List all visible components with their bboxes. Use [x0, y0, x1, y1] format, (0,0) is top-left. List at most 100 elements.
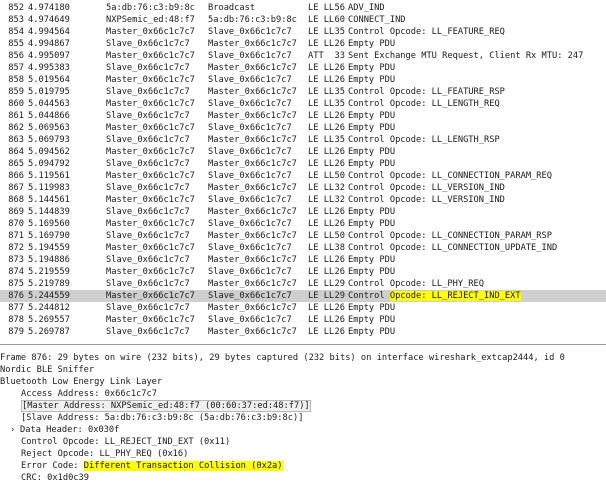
packet-src-cell: Master_0x66c1c7c7: [106, 147, 195, 157]
error-code-value: Different Transaction Collision (0x2a): [83, 461, 283, 471]
packet-row[interactable]: 857 4.995383 Slave_0x66c1c7c7 Master_0x66c1…: [0, 62, 606, 74]
packet-len-cell: 26: [334, 255, 345, 265]
detail-data-header[interactable]: › Data Header: 0x030f: [0, 424, 606, 436]
packet-proto-cell: LE LL: [308, 231, 335, 241]
packet-row[interactable]: 860 5.044563 Master_0x66c1c7c7 Slave_0x66c1…: [0, 98, 606, 110]
packet-row[interactable]: 878 5.269557 Master_0x66c1c7c7 Slave_0x66c1…: [0, 314, 606, 326]
packet-num-cell: 870: [8, 219, 24, 229]
packet-proto-cell: LE LL: [308, 99, 335, 109]
packet-src-cell: Slave_0x66c1c7c7: [106, 327, 190, 337]
packet-proto-cell: LE LL: [308, 39, 335, 49]
packet-proto-cell: LE LL: [308, 3, 335, 13]
packet-len-cell: 35: [334, 27, 345, 37]
packet-src-cell: NXPSemic_ed:48:f7: [106, 15, 195, 25]
packet-dst-cell: Slave_0x66c1c7c7: [208, 51, 292, 61]
packet-num-cell: 875: [8, 279, 24, 289]
packet-row[interactable]: 871 5.169790 Slave_0x66c1c7c7 Master_0x66c1…: [0, 230, 606, 242]
packet-info-cell: Control Opcode: LL_FEATURE_REQ: [348, 27, 505, 37]
detail-error-code[interactable]: Error Code: Different Transaction Collis…: [0, 460, 606, 472]
packet-row[interactable]: 854 4.994564 Master_0x66c1c7c7 Slave_0x66c1…: [0, 26, 606, 38]
detail-slave-address[interactable]: [Slave Address: 5a:db:76:c3:b9:8c (5a:db…: [0, 412, 606, 424]
packet-src-cell: Master_0x66c1c7c7: [106, 123, 195, 133]
detail-frame[interactable]: Frame 876: 29 bytes on wire (232 bits), …: [0, 352, 606, 364]
packet-time-cell: 5.194886: [28, 255, 70, 265]
packet-row[interactable]: 879 5.269787 Slave_0x66c1c7c7 Master_0x66c1…: [0, 326, 606, 338]
packet-dst-cell: Master_0x66c1c7c7: [208, 111, 297, 121]
packet-num-cell: 879: [8, 327, 24, 337]
packet-src-cell: Slave_0x66c1c7c7: [106, 111, 190, 121]
detail-master-address[interactable]: [Master Address: NXPSemic_ed:48:f7 (00:6…: [0, 400, 606, 412]
packet-num-cell: 861: [8, 111, 24, 121]
packet-row[interactable]: 869 5.144839 Slave_0x66c1c7c7 Master_0x66c1…: [0, 206, 606, 218]
packet-row[interactable]: 877 5.244812 Slave_0x66c1c7c7 Master_0x66c1…: [0, 302, 606, 314]
packet-row[interactable]: 872 5.194559 Master_0x66c1c7c7 Slave_0x66c1…: [0, 242, 606, 254]
packet-proto-cell: LE LL: [308, 171, 335, 181]
expand-arrow-icon[interactable]: ›: [10, 424, 20, 436]
packet-info-cell: CONNECT_IND: [348, 15, 406, 25]
packet-src-cell: Slave_0x66c1c7c7: [106, 39, 190, 49]
packet-src-cell: Slave_0x66c1c7c7: [106, 159, 190, 169]
packet-row[interactable]: 859 5.019795 Slave_0x66c1c7c7 Master_0x66c1…: [0, 86, 606, 98]
packet-info-prefix: Control: [348, 291, 390, 301]
packet-time-cell: 4.974180: [28, 3, 70, 13]
packet-row[interactable]: 867 5.119983 Slave_0x66c1c7c7 Master_0x66c1…: [0, 182, 606, 194]
packet-dst-cell: Slave_0x66c1c7c7: [208, 219, 292, 229]
packet-row[interactable]: 870 5.169560 Master_0x66c1c7c7 Slave_0x66c1…: [0, 218, 606, 230]
packet-info-cell: Empty PDU: [348, 267, 396, 277]
packet-proto-cell: ATT: [308, 51, 324, 61]
pane-divider[interactable]: [0, 344, 606, 345]
packet-row[interactable]: 865 5.094792 Slave_0x66c1c7c7 Master_0x66c1…: [0, 158, 606, 170]
packet-row[interactable]: 876 5.244559 Master_0x66c1c7c7 Slave_0x66c1…: [0, 290, 606, 302]
packet-time-cell: 5.169790: [28, 231, 70, 241]
packet-dst-cell: Master_0x66c1c7c7: [208, 183, 297, 193]
packet-row[interactable]: 852 4.974180 5a:db:76:c3:b9:8c Broadcast LE …: [0, 2, 606, 14]
detail-reject-opcode[interactable]: Reject Opcode: LL_PHY_REQ (0x16): [0, 448, 606, 460]
packet-row[interactable]: 856 4.995097 Master_0x66c1c7c7 Slave_0x66c1…: [0, 50, 606, 62]
packet-info-cell: Control Opcode: LL_PHY_REQ: [348, 279, 484, 289]
packet-dst-cell: Master_0x66c1c7c7: [208, 327, 297, 337]
packet-row[interactable]: 874 5.219559 Master_0x66c1c7c7 Slave_0x66c1…: [0, 266, 606, 278]
packet-src-cell: Master_0x66c1c7c7: [106, 171, 195, 181]
packet-row[interactable]: 873 5.194886 Slave_0x66c1c7c7 Master_0x66c1…: [0, 254, 606, 266]
packet-dst-cell: Master_0x66c1c7c7: [208, 303, 297, 313]
packet-time-cell: 5.119983: [28, 183, 70, 193]
packet-num-cell: 853: [8, 15, 24, 25]
packet-time-cell: 4.994867: [28, 39, 70, 49]
packet-dst-cell: Master_0x66c1c7c7: [208, 159, 297, 169]
packet-time-cell: 5.269557: [28, 315, 70, 325]
detail-sniffer[interactable]: Nordic BLE Sniffer: [0, 364, 606, 376]
packet-proto-cell: LE LL: [308, 111, 335, 121]
packet-len-cell: 26: [334, 147, 345, 157]
detail-link-layer[interactable]: Bluetooth Low Energy Link Layer: [0, 376, 606, 388]
packet-row[interactable]: 864 5.094562 Master_0x66c1c7c7 Slave_0x66c1…: [0, 146, 606, 158]
packet-num-cell: 871: [8, 231, 24, 241]
packet-dst-cell: Slave_0x66c1c7c7: [208, 75, 292, 85]
packet-info-cell: Control Opcode: LL_CONNECTION_PARAM_REQ: [348, 171, 552, 181]
packet-src-cell: Slave_0x66c1c7c7: [106, 87, 190, 97]
detail-control-opcode[interactable]: Control Opcode: LL_REJECT_IND_EXT (0x11): [0, 436, 606, 448]
packet-row[interactable]: 855 4.994867 Slave_0x66c1c7c7 Master_0x66c1…: [0, 38, 606, 50]
detail-crc[interactable]: CRC: 0x1d0c39: [0, 472, 606, 484]
packet-len-cell: 26: [334, 111, 345, 121]
packet-len-cell: 50: [334, 171, 345, 181]
packet-row[interactable]: 862 5.069563 Master_0x66c1c7c7 Slave_0x66c1…: [0, 122, 606, 134]
packet-src-cell: Master_0x66c1c7c7: [106, 51, 195, 61]
packet-row[interactable]: 868 5.144561 Master_0x66c1c7c7 Slave_0x66c1…: [0, 194, 606, 206]
packet-row[interactable]: 853 4.974649 NXPSemic_ed:48:f7 5a:db:76:c3:…: [0, 14, 606, 26]
packet-list[interactable]: 852 4.974180 5a:db:76:c3:b9:8c Broadcast LE …: [0, 0, 606, 340]
packet-proto-cell: LE LL: [308, 147, 335, 157]
packet-time-cell: 5.019564: [28, 75, 70, 85]
packet-dst-cell: Slave_0x66c1c7c7: [208, 267, 292, 277]
packet-row[interactable]: 861 5.044866 Slave_0x66c1c7c7 Master_0x66c1…: [0, 110, 606, 122]
packet-info-cell: Control Opcode: LL_VERSION_IND: [348, 195, 505, 205]
packet-details-pane[interactable]: Frame 876: 29 bytes on wire (232 bits), …: [0, 348, 606, 484]
detail-access-address[interactable]: Access Address: 0x66c1c7c7: [0, 388, 606, 400]
packet-row[interactable]: 858 5.019564 Master_0x66c1c7c7 Slave_0x66c1…: [0, 74, 606, 86]
packet-proto-cell: LE LL: [308, 15, 335, 25]
packet-src-cell: Master_0x66c1c7c7: [106, 291, 195, 301]
data-header-text: Data Header: 0x030f: [20, 425, 120, 435]
packet-row[interactable]: 863 5.069793 Slave_0x66c1c7c7 Master_0x66c1…: [0, 134, 606, 146]
packet-row[interactable]: 875 5.219789 Slave_0x66c1c7c7 Master_0x66c1…: [0, 278, 606, 290]
packet-row[interactable]: 866 5.119561 Master_0x66c1c7c7 Slave_0x66c1…: [0, 170, 606, 182]
packet-src-cell: Slave_0x66c1c7c7: [106, 279, 190, 289]
